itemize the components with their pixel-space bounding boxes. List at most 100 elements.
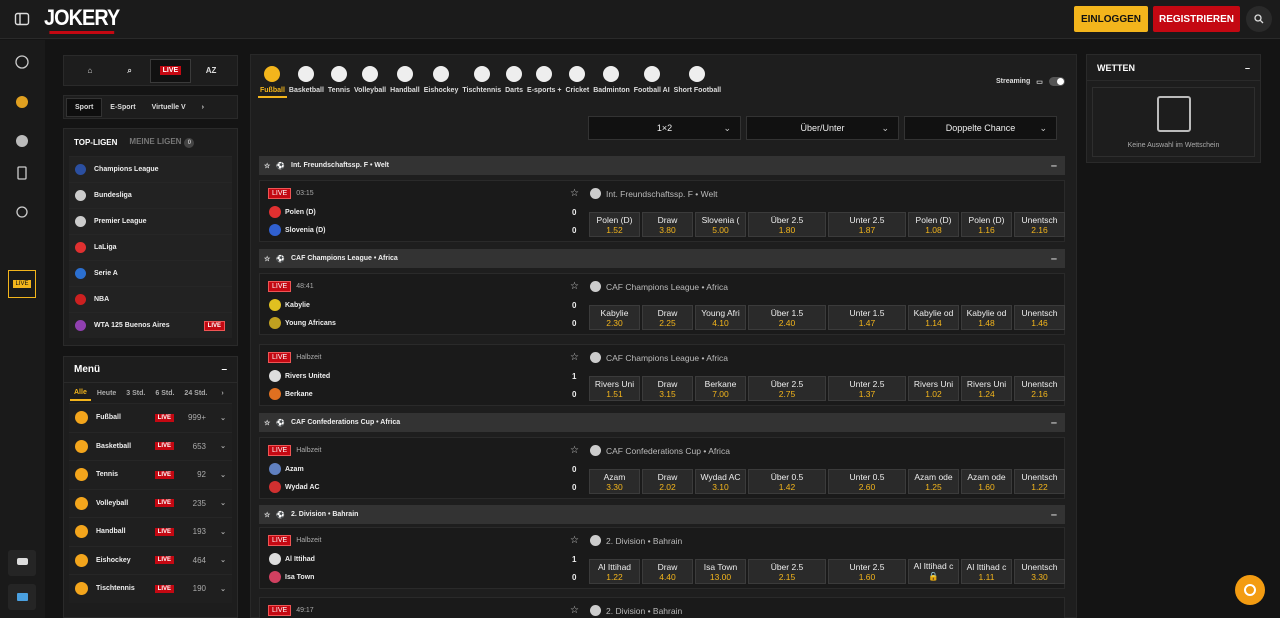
time-filter-tab[interactable]: Heute bbox=[93, 387, 120, 400]
odds-button[interactable]: Berkane 7.00 bbox=[695, 376, 746, 401]
odds-button[interactable]: Polen (D) 1.52 bbox=[589, 212, 640, 237]
star-icon[interactable]: ☆ bbox=[570, 281, 579, 292]
league-item[interactable]: WTA 125 Buenos Aires LIVE bbox=[69, 312, 232, 338]
odds-button[interactable]: Al Ittihad 1.22 bbox=[589, 559, 640, 584]
odds-button[interactable]: Draw 2.25 bbox=[642, 305, 693, 330]
market-select-1x2[interactable]: 1×2 ⌄ bbox=[588, 116, 741, 140]
sport-tab[interactable]: Football AI bbox=[632, 64, 672, 98]
league-section-header[interactable]: ☆ ⚽ 2. Division • Bahrain – bbox=[259, 505, 1065, 524]
register-button[interactable]: REGISTRIEREN bbox=[1153, 6, 1240, 32]
event-row[interactable]: LIVE Halbzeit ☆ CAF Champions League • Afri… bbox=[259, 344, 1065, 406]
search-icon[interactable] bbox=[1246, 6, 1272, 32]
collapse-icon[interactable]: – bbox=[1245, 63, 1250, 73]
league-item[interactable]: Champions League bbox=[69, 156, 232, 182]
chevron-down-icon[interactable]: ⌄ bbox=[214, 556, 232, 564]
chevron-down-icon[interactable]: ⌄ bbox=[214, 471, 232, 479]
tab-esport[interactable]: E-Sport bbox=[102, 99, 143, 116]
odds-button[interactable]: Kabylie od 1.48 bbox=[961, 305, 1012, 330]
time-filter-tab[interactable]: Alle bbox=[70, 386, 91, 401]
chevron-right-icon[interactable]: › bbox=[217, 387, 227, 400]
star-icon[interactable]: ☆ bbox=[570, 605, 579, 616]
odds-button[interactable]: Slovenia (5.00 bbox=[695, 212, 746, 237]
odds-button[interactable]: Rivers Uni 1.02 bbox=[908, 376, 959, 401]
odds-button[interactable]: Al Ittihad c 🔒 bbox=[908, 559, 959, 584]
chevron-down-icon[interactable]: ⌄ bbox=[214, 528, 232, 536]
tab-top-leagues[interactable]: TOP-LIGEN bbox=[74, 138, 117, 147]
odds-button[interactable]: Unentsch 2.16 bbox=[1014, 376, 1065, 401]
live-casino-icon[interactable] bbox=[14, 133, 30, 149]
odds-button[interactable]: Kabylie od 1.14 bbox=[908, 305, 959, 330]
star-icon[interactable]: ☆ bbox=[570, 535, 579, 546]
odds-button[interactable]: Unentsch 1.46 bbox=[1014, 305, 1065, 330]
menu-sport-item[interactable]: Basketball LIVE 653 ⌄ bbox=[69, 431, 232, 460]
league-section-header[interactable]: ☆ ⚽ CAF Confederations Cup • Africa – bbox=[259, 413, 1065, 432]
league-section-header[interactable]: ☆ ⚽ Int. Freundschaftssp. F • Welt – bbox=[259, 156, 1065, 175]
odds-button[interactable]: Azam ode 1.60 bbox=[961, 469, 1012, 494]
search-nav-icon[interactable]: ⌕ bbox=[110, 59, 150, 83]
star-icon[interactable]: ☆ bbox=[570, 188, 579, 199]
event-row[interactable]: LIVE Halbzeit ☆ 2. Division • Bahrain Al Itt… bbox=[259, 527, 1065, 589]
event-row[interactable]: LIVE 03:15 ☆ Int. Freundschaftssp. F • Welt… bbox=[259, 180, 1065, 242]
chevron-right-icon[interactable]: › bbox=[194, 99, 212, 116]
time-filter-tab[interactable]: 3 Std. bbox=[122, 387, 149, 400]
sport-tab[interactable]: Basketball bbox=[287, 64, 326, 98]
odds-button[interactable]: Young Afri 4.10 bbox=[695, 305, 746, 330]
odds-button[interactable]: Über 0.5 1.42 bbox=[748, 469, 826, 494]
odds-button[interactable]: Rivers Uni 1.51 bbox=[589, 376, 640, 401]
collapse-icon[interactable]: – bbox=[1051, 417, 1057, 429]
sports-icon[interactable] bbox=[14, 54, 30, 70]
time-filter-tab[interactable]: 6 Std. bbox=[151, 387, 178, 400]
menu-sport-item[interactable]: Volleyball LIVE 235 ⌄ bbox=[69, 488, 232, 517]
menu-sport-item[interactable]: Eishockey LIVE 464 ⌄ bbox=[69, 545, 232, 574]
odds-button[interactable]: Azam 3.30 bbox=[589, 469, 640, 494]
sport-tab[interactable]: Short Football bbox=[672, 64, 723, 98]
league-item[interactable]: NBA bbox=[69, 286, 232, 312]
odds-button[interactable]: Kabylie 2.30 bbox=[589, 305, 640, 330]
league-section-header[interactable]: ☆ ⚽ CAF Champions League • Africa – bbox=[259, 249, 1065, 268]
odds-button[interactable]: Unter 2.5 1.37 bbox=[828, 376, 906, 401]
esports-icon[interactable] bbox=[14, 204, 30, 220]
league-item[interactable]: Serie A bbox=[69, 260, 232, 286]
sport-tab[interactable]: Cricket bbox=[563, 64, 591, 98]
tab-sport[interactable]: Sport bbox=[66, 97, 103, 117]
chevron-down-icon[interactable]: ⌄ bbox=[214, 442, 232, 450]
sport-tab[interactable]: Badminton bbox=[591, 64, 632, 98]
odds-button[interactable]: Unentsch 1.22 bbox=[1014, 469, 1065, 494]
star-icon[interactable]: ☆ bbox=[264, 419, 270, 427]
streaming-toggle[interactable]: Streaming ▭ bbox=[996, 77, 1065, 86]
live-nav-button[interactable]: LIVE bbox=[149, 58, 192, 83]
market-select-double-chance[interactable]: Doppelte Chance ⌄ bbox=[904, 116, 1057, 140]
chevron-down-icon[interactable]: ⌄ bbox=[214, 499, 232, 507]
home-icon[interactable]: ⌂ bbox=[70, 59, 110, 83]
odds-button[interactable]: Über 2.5 1.80 bbox=[748, 212, 826, 237]
collapse-icon[interactable]: – bbox=[1051, 509, 1057, 521]
odds-button[interactable]: Draw 3.80 bbox=[642, 212, 693, 237]
odds-button[interactable]: Über 1.5 2.40 bbox=[748, 305, 826, 330]
odds-button[interactable]: Draw 2.02 bbox=[642, 469, 693, 494]
tab-virtual[interactable]: Virtuelle V bbox=[144, 99, 194, 116]
odds-button[interactable]: Unter 0.5 2.60 bbox=[828, 469, 906, 494]
menu-sport-item[interactable]: Fußball LIVE 999+ ⌄ bbox=[69, 403, 232, 432]
sport-tab[interactable]: Tischtennis bbox=[460, 64, 503, 98]
sidebar-toggle-icon[interactable] bbox=[14, 11, 30, 27]
odds-button[interactable]: Rivers Uni 1.24 bbox=[961, 376, 1012, 401]
star-icon[interactable]: ☆ bbox=[570, 445, 579, 456]
menu-sport-item[interactable]: Tischtennis LIVE 190 ⌄ bbox=[69, 574, 232, 603]
odds-button[interactable]: Über 2.5 2.15 bbox=[748, 559, 826, 584]
odds-button[interactable]: Draw 3.15 bbox=[642, 376, 693, 401]
chat-icon[interactable] bbox=[8, 550, 36, 576]
odds-button[interactable]: Unentsch 3.30 bbox=[1014, 559, 1065, 584]
support-fab-icon[interactable] bbox=[1235, 575, 1265, 605]
odds-button[interactable]: Isa Town 13.00 bbox=[695, 559, 746, 584]
az-nav-button[interactable]: AZ bbox=[191, 59, 231, 83]
odds-button[interactable]: Polen (D) 1.08 bbox=[908, 212, 959, 237]
market-select-over-under[interactable]: Über/Unter ⌄ bbox=[746, 116, 899, 140]
chevron-down-icon[interactable]: ⌄ bbox=[214, 585, 232, 593]
promo-icon[interactable] bbox=[8, 584, 36, 610]
odds-button[interactable]: Polen (D) 1.16 bbox=[961, 212, 1012, 237]
menu-sport-item[interactable]: Handball LIVE 193 ⌄ bbox=[69, 517, 232, 546]
league-item[interactable]: LaLiga bbox=[69, 234, 232, 260]
sport-tab[interactable]: Handball bbox=[388, 64, 422, 98]
league-item[interactable]: Bundesliga bbox=[69, 182, 232, 208]
live-rail-button[interactable]: LIVE bbox=[8, 270, 36, 298]
